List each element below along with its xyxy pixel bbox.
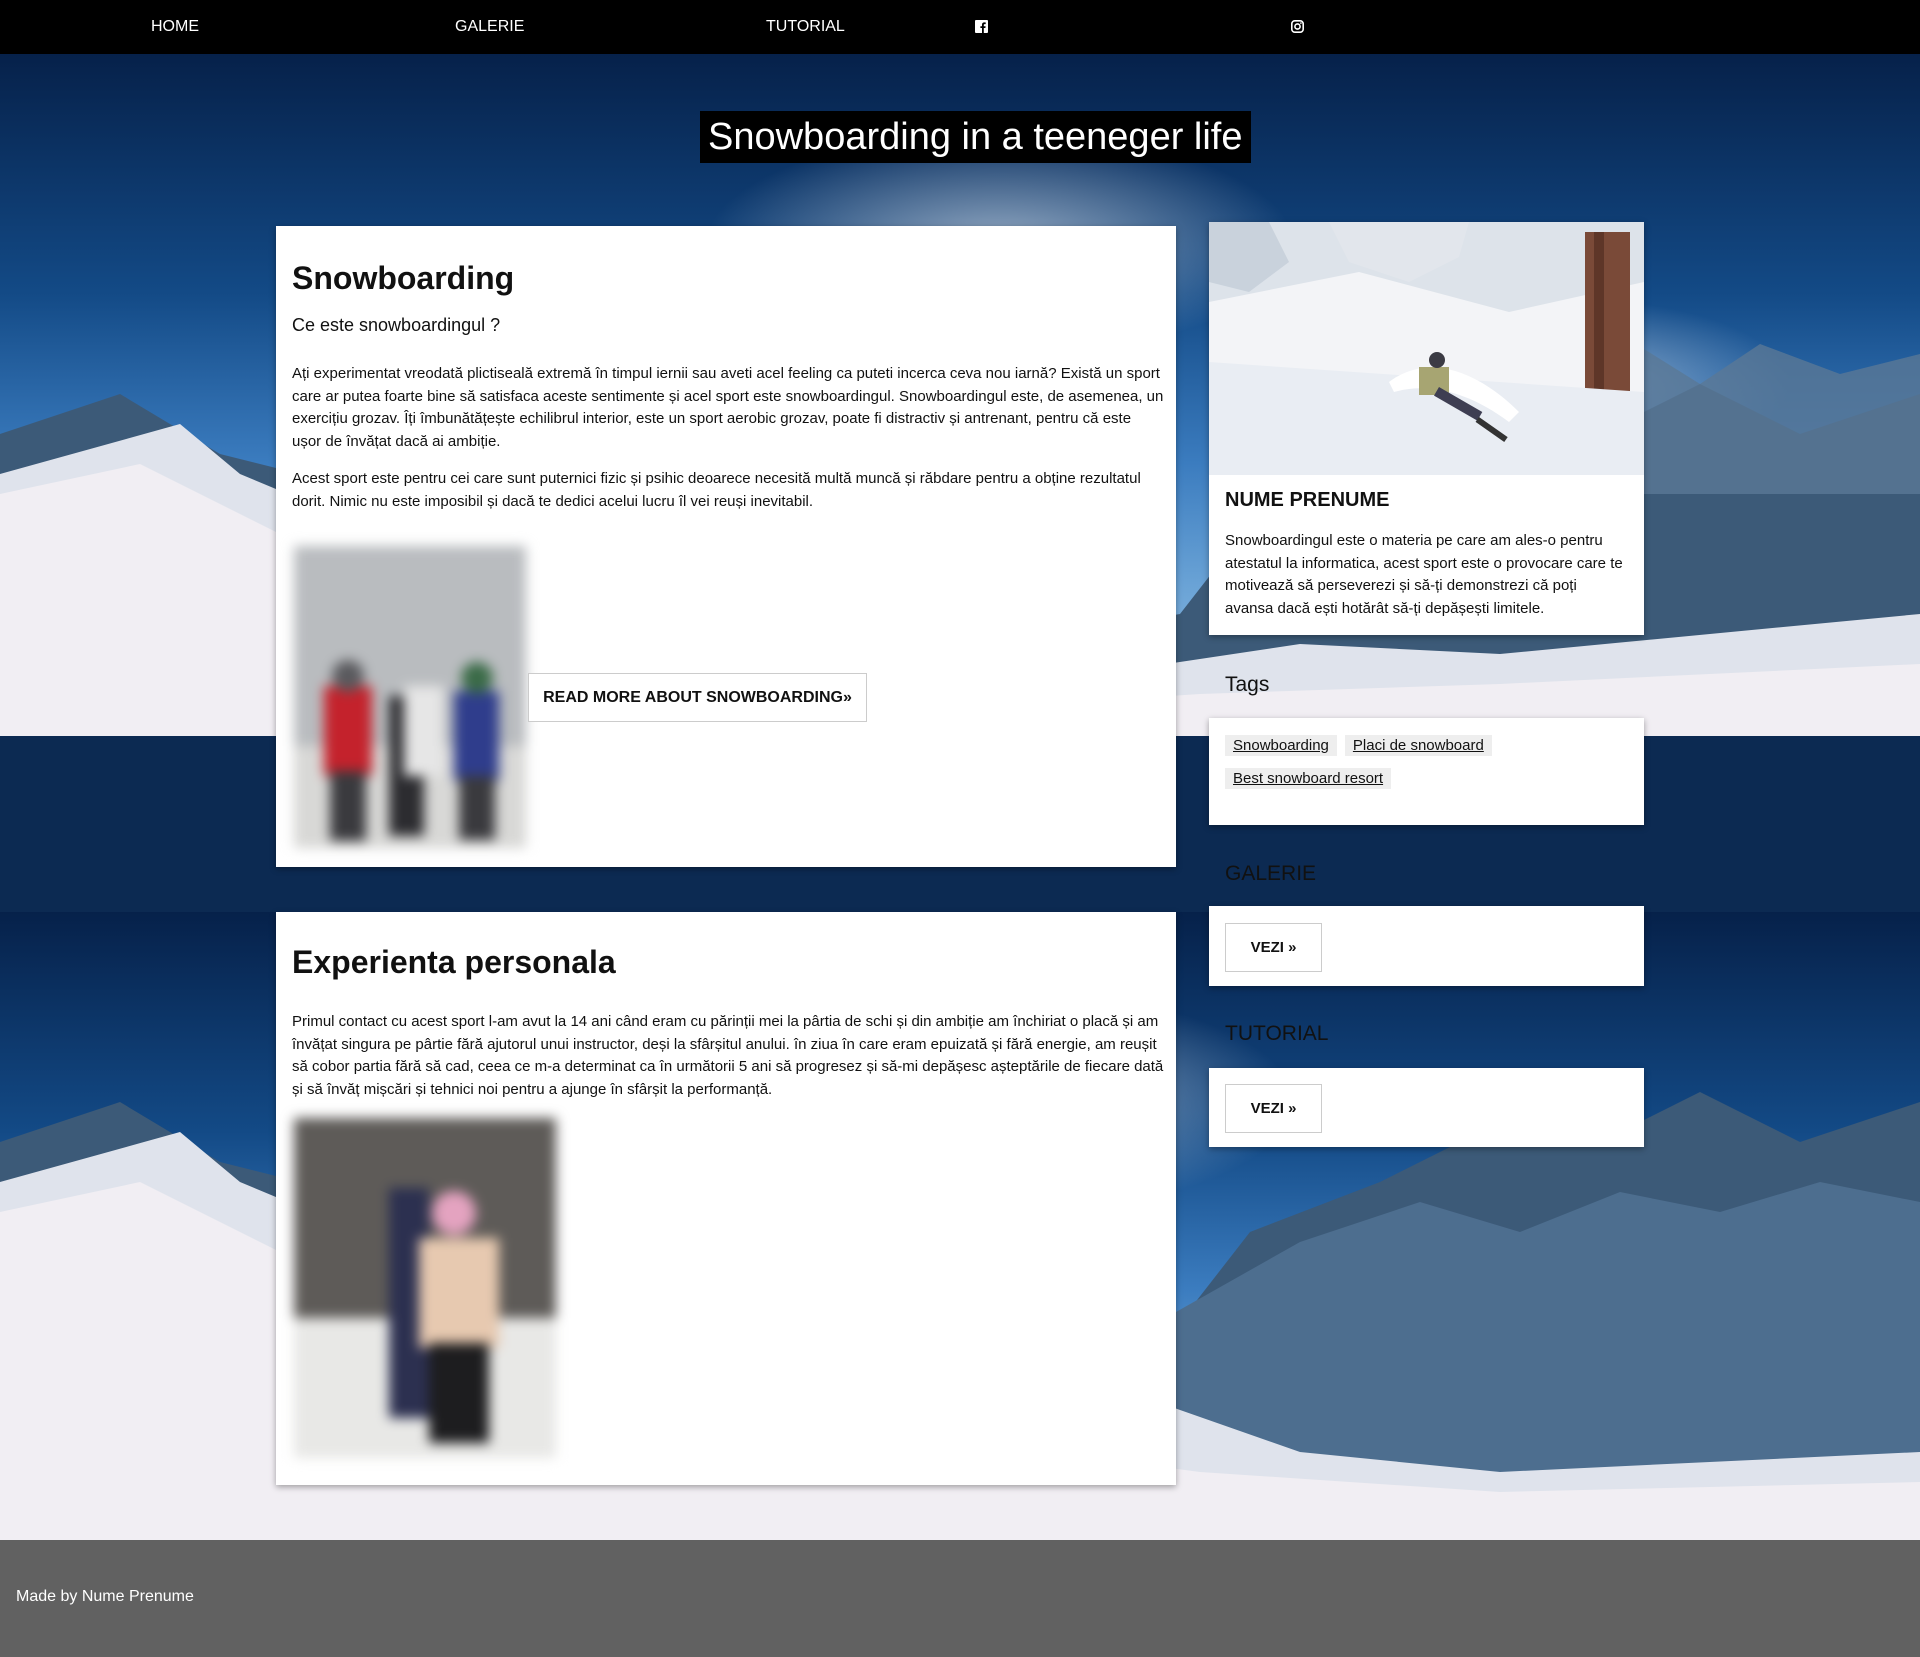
site-title: Snowboarding in a teeneger life: [700, 111, 1251, 163]
read-more-button[interactable]: READ MORE ABOUT SNOWBOARDING»: [528, 673, 867, 722]
galerie-view-button[interactable]: VEZI »: [1225, 923, 1322, 972]
personal-photo: [294, 1118, 556, 1458]
article-title: Experienta personala: [292, 944, 616, 980]
article-personal-experience: Experienta personala Primul contact cu a…: [276, 912, 1176, 1485]
galerie-section-title: GALERIE: [1225, 862, 1317, 885]
profile-bio: Snowboardingul este o materia pe care am…: [1225, 532, 1623, 617]
nav-home-link[interactable]: HOME: [151, 0, 199, 54]
article-paragraph: Acest sport este pentru cei care sunt pu…: [292, 470, 1141, 510]
top-navbar: HOME GALERIE TUTORIAL: [0, 0, 1920, 54]
snowboard-group-photo: [294, 546, 526, 848]
tag-link[interactable]: Snowboarding: [1225, 735, 1337, 756]
profile-photo: [1209, 222, 1644, 475]
tags-card: Snowboarding Placi de snowboard Best snow…: [1209, 718, 1644, 825]
tutorial-section-title: TUTORIAL: [1225, 1022, 1329, 1045]
article-snowboarding: Snowboarding Ce este snowboardingul ? Aț…: [276, 226, 1176, 867]
profile-name: NUME PRENUME: [1225, 489, 1390, 511]
article-subtitle: Ce este snowboardingul ?: [292, 315, 501, 335]
instagram-icon[interactable]: [1291, 0, 1304, 54]
footer: Made by Nume Prenume: [0, 1540, 1920, 1657]
tags-title: Tags: [1225, 673, 1270, 696]
nav-galerie-link[interactable]: GALERIE: [455, 0, 524, 54]
facebook-icon[interactable]: [975, 0, 988, 54]
article-title: Snowboarding: [292, 260, 515, 296]
profile-card: NUME PRENUME Snowboardingul este o mater…: [1209, 222, 1644, 635]
footer-credit: Made by Nume Prenume: [16, 1588, 194, 1605]
galerie-card: VEZI »: [1209, 906, 1644, 986]
tag-link[interactable]: Placi de snowboard: [1344, 735, 1492, 756]
tutorial-view-button[interactable]: VEZI »: [1225, 1084, 1322, 1133]
tutorial-card: VEZI »: [1209, 1068, 1644, 1147]
article-paragraph: Ați experimentat vreodată plictiseală ex…: [292, 365, 1164, 450]
nav-tutorial-link[interactable]: TUTORIAL: [766, 0, 845, 54]
tag-link[interactable]: Best snowboard resort: [1225, 768, 1392, 789]
article-paragraph: Primul contact cu acest sport l-am avut …: [292, 1013, 1164, 1098]
